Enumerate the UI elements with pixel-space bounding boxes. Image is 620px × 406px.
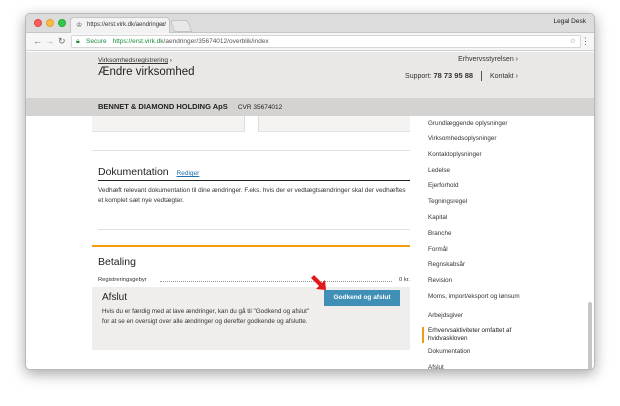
previous-section-box: [92, 116, 245, 132]
breadcrumb-arrow: ›: [169, 57, 172, 64]
browser-toolbar: ← → ↻ 🔒︎ Secure https://erst.virk.dk/aend…: [26, 33, 594, 51]
fee-label: Registreringsgebyr: [98, 277, 147, 283]
browser-tab[interactable]: ♔ https://erst.virk.dk/aendringer/ ×: [70, 17, 170, 33]
scrollbar-thumb[interactable]: [588, 302, 592, 369]
dokumentation-heading: Dokumentation Rediger: [98, 166, 199, 178]
page-content: Virksomhedsregistrering › Ændre virksomh…: [26, 52, 594, 369]
sidenav-item[interactable]: Kontaktoplysninger: [422, 151, 532, 159]
fee-amount: 0 kr.: [399, 277, 410, 283]
breadcrumb-link[interactable]: Virksomhedsregistrering: [98, 57, 168, 64]
afslut-panel: Afslut Hvis du er færdig med at lave ænd…: [92, 275, 410, 350]
sidenav-item[interactable]: Ejerforhold: [422, 182, 532, 190]
sidenav-item[interactable]: Revision: [422, 277, 532, 285]
page-title: Ændre virksomhed: [98, 66, 195, 78]
contact-link[interactable]: Kontakt ›: [490, 73, 518, 80]
sidenav-item[interactable]: Branche: [422, 230, 532, 238]
dokumentation-text: Vedhæft relevant dokumentation til dine …: [98, 187, 406, 204]
tab-strip: ♔ https://erst.virk.dk/aendringer/ × Leg…: [26, 14, 594, 33]
browser-menu-icon[interactable]: ⋮: [581, 35, 590, 48]
crown-icon: ♔: [76, 22, 83, 29]
sidenav-item[interactable]: Grundlæggende oplysninger: [422, 120, 532, 128]
secure-label: Secure: [86, 38, 107, 45]
url-path: /aendringer/35674012/overblik/index: [163, 38, 269, 45]
reload-icon[interactable]: ↻: [58, 35, 66, 48]
address-bar[interactable]: 🔒︎ Secure https://erst.virk.dk/aendringer…: [71, 35, 581, 48]
back-arrow-icon[interactable]: ←: [33, 35, 42, 48]
tab-title: https://erst.virk.dk/aendringer/: [87, 22, 167, 28]
close-window-button[interactable]: [34, 19, 42, 27]
divider: [98, 180, 410, 181]
pointer-arrow-icon: [311, 275, 326, 290]
rediger-link[interactable]: Rediger: [177, 170, 200, 177]
divider: [481, 71, 483, 82]
company-bar: BENNET & DIAMOND HOLDING ApS CVR 3567401…: [26, 98, 594, 116]
sidenav-item[interactable]: Arbejdsgiver: [422, 312, 532, 320]
sidenav-item[interactable]: Tegningsregel: [422, 198, 532, 206]
section-navigation: Grundlæggende oplysninger Virksomhedsoply…: [422, 116, 532, 369]
sidenav-item[interactable]: Moms, import/eksport og lønsum: [422, 293, 532, 301]
site-header: Virksomhedsregistrering › Ændre virksomh…: [26, 52, 594, 98]
main-content: Dokumentation Rediger Vedhæft relevant d…: [92, 116, 410, 369]
divider: [92, 150, 410, 151]
bookmark-star-icon[interactable]: ☆: [570, 36, 576, 48]
profile-name[interactable]: Legal Desk: [553, 18, 586, 25]
support-label: Support:: [405, 73, 432, 80]
betaling-heading: Betaling: [98, 256, 136, 268]
afslut-text: Hvis du er færdig med at lave ændringer,…: [102, 308, 310, 325]
url-host: https://erst.virk.dk: [112, 38, 164, 45]
new-tab-button[interactable]: [169, 20, 193, 32]
divider: [98, 229, 410, 230]
authority-link[interactable]: Erhvervsstyrelsen ›: [458, 56, 518, 63]
sidenav-item[interactable]: Dokumentation: [422, 348, 532, 356]
lock-icon: 🔒︎: [76, 38, 80, 45]
accent-divider: [92, 245, 410, 247]
previous-section-stub: [92, 116, 410, 134]
dot-leader: [160, 281, 392, 282]
support-info: Support: 78 73 95 88 Kontakt ›: [405, 71, 518, 82]
previous-section-box: [258, 116, 410, 132]
breadcrumb: Virksomhedsregistrering ›: [98, 57, 172, 64]
sidenav-item[interactable]: Erhvervsaktiviteter omfattet af hvidvask…: [422, 327, 532, 343]
maximize-window-button[interactable]: [58, 19, 66, 27]
sidenav-item[interactable]: Regnskabsår: [422, 261, 532, 269]
afslut-heading: Afslut: [102, 292, 128, 303]
sidenav-item[interactable]: Kapital: [422, 214, 532, 222]
sidenav-item[interactable]: Ledelse: [422, 167, 532, 175]
support-phone: 78 73 95 88: [433, 71, 474, 80]
company-name: BENNET & DIAMOND HOLDING ApS: [98, 102, 228, 111]
company-cvr: CVR 35674012: [237, 104, 283, 111]
minimize-window-button[interactable]: [46, 19, 54, 27]
close-tab-icon[interactable]: ×: [161, 18, 165, 33]
sidenav-item[interactable]: Afslut: [422, 364, 532, 369]
fee-row: Registreringsgebyr 0 kr.: [98, 277, 410, 283]
sidenav-item[interactable]: Formål: [422, 246, 532, 254]
forward-arrow-icon[interactable]: →: [45, 35, 54, 48]
browser-window: ♔ https://erst.virk.dk/aendringer/ × Leg…: [25, 13, 595, 370]
godkend-og-afslut-button[interactable]: Godkend og afslut: [324, 290, 400, 306]
sidenav-item[interactable]: Virksomhedsoplysninger: [422, 135, 532, 143]
scrollbar[interactable]: [588, 142, 592, 369]
dokumentation-title: Dokumentation: [98, 166, 169, 178]
